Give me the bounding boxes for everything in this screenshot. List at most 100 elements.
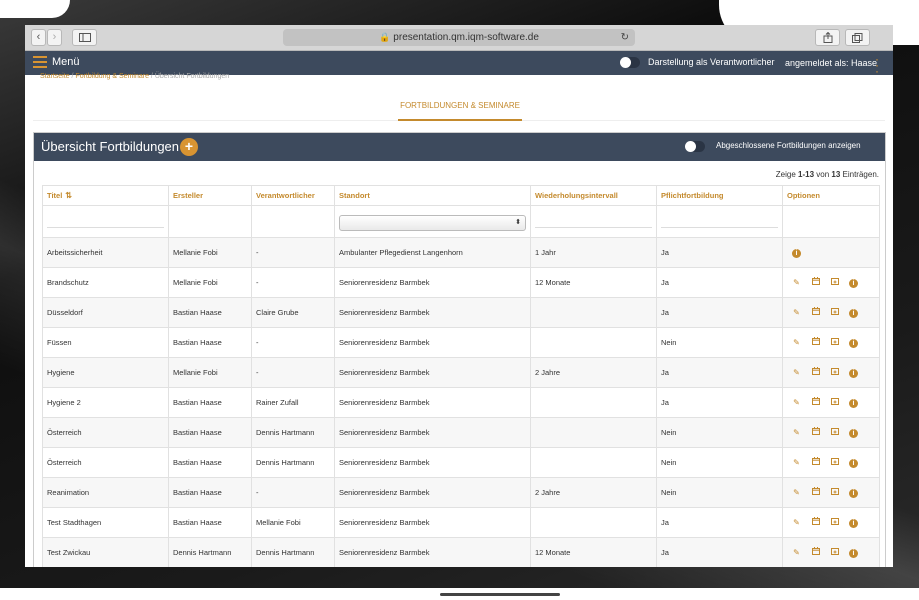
edit-icon[interactable]: ✎: [787, 278, 806, 287]
info-icon[interactable]: i: [844, 278, 863, 288]
edit-icon[interactable]: ✎: [787, 488, 806, 497]
cell-mandatory: Ja: [656, 537, 783, 567]
table-row: Füssen Bastian Haase - Seniorenresidenz Bar…: [42, 327, 880, 358]
back-button[interactable]: ‹: [31, 29, 46, 46]
cell-title: Test Zwickau: [42, 537, 169, 567]
cell-options: ✎ i: [782, 417, 880, 448]
breadcrumb-home[interactable]: Startseite: [40, 73, 70, 80]
info-icon[interactable]: i: [787, 248, 806, 258]
calendar-icon[interactable]: [806, 517, 825, 527]
calendar-icon[interactable]: [806, 307, 825, 317]
background-corner-left: [0, 0, 70, 18]
header-interval[interactable]: Wiederholungsintervall: [530, 185, 657, 206]
tabs-button[interactable]: [845, 29, 870, 46]
add-training-button[interactable]: +: [180, 138, 198, 156]
sidebar-button[interactable]: [72, 29, 97, 46]
reload-icon[interactable]: ↻: [621, 29, 629, 46]
cell-title: Hygiene: [42, 357, 169, 388]
info-icon[interactable]: i: [844, 518, 863, 528]
edit-icon[interactable]: ✎: [787, 458, 806, 467]
info-icon[interactable]: i: [844, 368, 863, 378]
cell-responsible: Mellanie Fobi: [251, 507, 335, 538]
calendar-icon[interactable]: [806, 547, 825, 557]
calendar-add-icon[interactable]: [825, 487, 844, 497]
calendar-add-icon[interactable]: [825, 457, 844, 467]
info-icon[interactable]: i: [844, 458, 863, 468]
cell-responsible: -: [251, 477, 335, 508]
cell-interval: 2 Jahre: [530, 477, 657, 508]
calendar-icon[interactable]: [806, 367, 825, 377]
menu-label[interactable]: Menü: [52, 56, 80, 68]
info-icon[interactable]: i: [844, 548, 863, 558]
edit-icon[interactable]: ✎: [787, 338, 806, 347]
info-icon[interactable]: i: [844, 398, 863, 408]
header-location[interactable]: Standort: [334, 185, 531, 206]
calendar-icon[interactable]: [806, 337, 825, 347]
header-title[interactable]: Titel ⇅: [42, 185, 169, 206]
info-icon[interactable]: i: [844, 428, 863, 438]
calendar-add-icon[interactable]: [825, 337, 844, 347]
edit-icon[interactable]: ✎: [787, 548, 806, 557]
cell-title: Test Stadthagen: [42, 507, 169, 538]
cell-creator: Bastian Haase: [168, 507, 252, 538]
cell-responsible: Dennis Hartmann: [251, 447, 335, 478]
tab-trainings-seminars[interactable]: FORTBILDUNGEN & SEMINARE: [398, 97, 522, 121]
calendar-add-icon[interactable]: [825, 517, 844, 527]
edit-icon[interactable]: ✎: [787, 398, 806, 407]
header-responsible[interactable]: Verantwortlicher: [251, 185, 335, 206]
cell-options: ✎ i: [782, 327, 880, 358]
show-completed-toggle[interactable]: [685, 141, 705, 152]
select-arrows-icon: ⬍: [515, 218, 521, 226]
cell-interval: [530, 327, 657, 358]
calendar-add-icon[interactable]: [825, 397, 844, 407]
header-creator[interactable]: Ersteller: [168, 185, 252, 206]
breadcrumb-section[interactable]: Fortbildung & Seminare: [75, 73, 149, 80]
header-mandatory[interactable]: Pflichtfortbildung: [656, 185, 783, 206]
calendar-add-icon[interactable]: [825, 547, 844, 557]
table-row: Hygiene Mellanie Fobi - Seniorenresidenz Ba…: [42, 357, 880, 388]
cell-responsible: Claire Grube: [251, 297, 335, 328]
calendar-icon[interactable]: [806, 457, 825, 467]
kebab-menu-icon[interactable]: · · ·: [875, 53, 881, 77]
calendar-icon[interactable]: [806, 427, 825, 437]
info-icon[interactable]: i: [844, 338, 863, 348]
info-icon[interactable]: i: [844, 308, 863, 318]
sort-icon[interactable]: ⇅: [65, 191, 72, 200]
calendar-add-icon[interactable]: [825, 307, 844, 317]
edit-icon[interactable]: ✎: [787, 428, 806, 437]
info-icon[interactable]: i: [844, 488, 863, 498]
filter-mandatory[interactable]: [656, 205, 783, 238]
responsible-view-toggle[interactable]: [620, 57, 640, 68]
calendar-icon[interactable]: [806, 487, 825, 497]
table-row: Arbeitssicherheit Mellanie Fobi - Ambulante…: [42, 237, 880, 268]
cell-mandatory: Ja: [656, 507, 783, 538]
cell-responsible: -: [251, 237, 335, 268]
forward-button[interactable]: ›: [47, 29, 62, 46]
cell-interval: 2 Jahre: [530, 357, 657, 388]
share-button[interactable]: [815, 29, 840, 46]
hamburger-icon[interactable]: [33, 56, 47, 71]
address-bar[interactable]: 🔒 presentation.qm.iqm-software.de ↻: [283, 29, 635, 46]
panel-title: Übersicht Fortbildungen: [41, 139, 180, 154]
edit-icon[interactable]: ✎: [787, 518, 806, 527]
cell-title: Düsseldorf: [42, 297, 169, 328]
cell-interval: [530, 507, 657, 538]
cell-title: Füssen: [42, 327, 169, 358]
edit-icon[interactable]: ✎: [787, 368, 806, 377]
edit-icon[interactable]: ✎: [787, 308, 806, 317]
cell-creator: Bastian Haase: [168, 297, 252, 328]
cell-interval: [530, 447, 657, 478]
cell-mandatory: Nein: [656, 327, 783, 358]
tab-bar: FORTBILDUNGEN & SEMINARE: [33, 97, 885, 121]
location-select[interactable]: ⬍: [339, 214, 526, 231]
filter-title[interactable]: [42, 205, 169, 238]
calendar-add-icon[interactable]: [825, 367, 844, 377]
cell-mandatory: Ja: [656, 297, 783, 328]
cell-mandatory: Ja: [656, 357, 783, 388]
calendar-add-icon[interactable]: [825, 427, 844, 437]
calendar-add-icon[interactable]: [825, 277, 844, 287]
filter-interval[interactable]: [530, 205, 657, 238]
calendar-icon[interactable]: [806, 277, 825, 287]
calendar-icon[interactable]: [806, 397, 825, 407]
cell-interval: 12 Monate: [530, 267, 657, 298]
